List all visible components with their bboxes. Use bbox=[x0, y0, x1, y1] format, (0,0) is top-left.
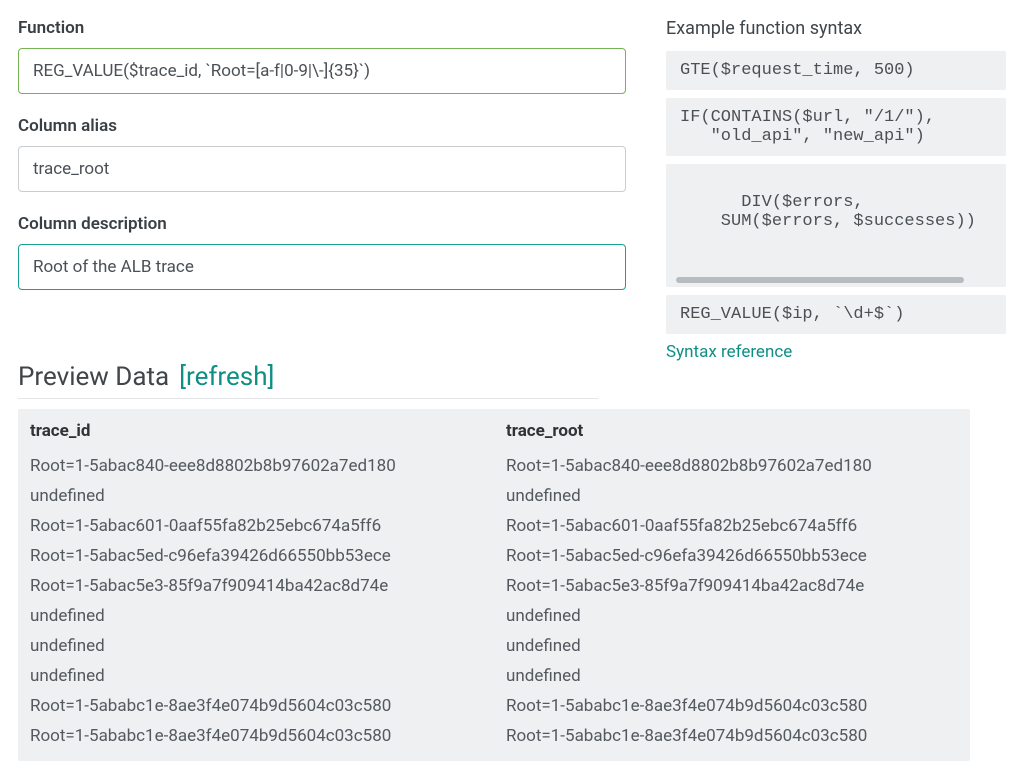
table-cell: Root=1-5abac5e3-85f9a7f909414ba42ac8d74e bbox=[494, 571, 970, 601]
example-snippet: IF(CONTAINS($url, "/1/"), "old_api", "ne… bbox=[666, 98, 1006, 156]
preview-table-container: trace_id trace_root Root=1-5abac840-eee8… bbox=[18, 409, 970, 761]
table-cell: Root=1-5ababc1e-8ae3f4e074b9d5604c03c580 bbox=[494, 721, 970, 751]
table-cell: undefined bbox=[494, 661, 970, 691]
column-header: trace_id bbox=[18, 415, 494, 451]
table-cell: Root=1-5abac840-eee8d8802b8b97602a7ed180 bbox=[494, 451, 970, 481]
table-cell: undefined bbox=[18, 631, 494, 661]
table-row: Root=1-5abac5e3-85f9a7f909414ba42ac8d74e… bbox=[18, 571, 970, 601]
table-row: undefinedundefined bbox=[18, 631, 970, 661]
table-cell: Root=1-5ababc1e-8ae3f4e074b9d5604c03c580 bbox=[18, 721, 494, 751]
example-snippet-text: DIV($errors, SUM($errors, $successes)) bbox=[680, 193, 976, 231]
preview-heading: Preview Data bbox=[18, 362, 169, 392]
description-input[interactable] bbox=[18, 244, 626, 290]
examples-heading: Example function syntax bbox=[666, 18, 1006, 39]
table-cell: Root=1-5ababc1e-8ae3f4e074b9d5604c03c580 bbox=[494, 691, 970, 721]
table-cell: Root=1-5abac5ed-c96efa39426d66550bb53ece bbox=[494, 541, 970, 571]
function-field-group: Function bbox=[18, 18, 626, 94]
example-snippet: REG_VALUE($ip, `\d+$`) bbox=[666, 295, 1006, 334]
description-field-group: Column description bbox=[18, 214, 626, 290]
table-cell: undefined bbox=[18, 481, 494, 511]
table-row: undefinedundefined bbox=[18, 601, 970, 631]
preview-refresh-link[interactable]: [refresh] bbox=[179, 362, 274, 392]
preview-heading-row: Preview Data [refresh] bbox=[18, 362, 598, 399]
table-cell: undefined bbox=[18, 661, 494, 691]
table-row: undefinedundefined bbox=[18, 661, 970, 691]
alias-field-group: Column alias bbox=[18, 116, 626, 192]
table-row: Root=1-5abac601-0aaf55fa82b25ebc674a5ff6… bbox=[18, 511, 970, 541]
table-cell: Root=1-5ababc1e-8ae3f4e074b9d5604c03c580 bbox=[18, 691, 494, 721]
table-cell: Root=1-5abac5e3-85f9a7f909414ba42ac8d74e bbox=[18, 571, 494, 601]
table-cell: Root=1-5abac840-eee8d8802b8b97602a7ed180 bbox=[18, 451, 494, 481]
column-header: trace_root bbox=[494, 415, 970, 451]
table-cell: undefined bbox=[494, 481, 970, 511]
table-cell: Root=1-5abac5ed-c96efa39426d66550bb53ece bbox=[18, 541, 494, 571]
alias-label: Column alias bbox=[18, 116, 626, 136]
table-row: Root=1-5ababc1e-8ae3f4e074b9d5604c03c580… bbox=[18, 721, 970, 751]
table-row: Root=1-5abac840-eee8d8802b8b97602a7ed180… bbox=[18, 451, 970, 481]
table-cell: undefined bbox=[494, 631, 970, 661]
table-row: Root=1-5ababc1e-8ae3f4e074b9d5604c03c580… bbox=[18, 691, 970, 721]
table-row: Root=1-5abac5ed-c96efa39426d66550bb53ece… bbox=[18, 541, 970, 571]
example-snippet: DIV($errors, SUM($errors, $successes)) bbox=[666, 164, 1006, 287]
function-label: Function bbox=[18, 18, 626, 38]
alias-input[interactable] bbox=[18, 146, 626, 192]
horizontal-scrollbar[interactable] bbox=[676, 277, 996, 283]
description-label: Column description bbox=[18, 214, 626, 234]
table-cell: Root=1-5abac601-0aaf55fa82b25ebc674a5ff6 bbox=[18, 511, 494, 541]
table-cell: Root=1-5abac601-0aaf55fa82b25ebc674a5ff6 bbox=[494, 511, 970, 541]
preview-table: trace_id trace_root Root=1-5abac840-eee8… bbox=[18, 415, 970, 751]
table-row: undefinedundefined bbox=[18, 481, 970, 511]
function-input[interactable] bbox=[18, 48, 626, 94]
table-cell: undefined bbox=[18, 601, 494, 631]
table-cell: undefined bbox=[494, 601, 970, 631]
syntax-reference-link[interactable]: Syntax reference bbox=[666, 342, 792, 362]
example-snippet: GTE($request_time, 500) bbox=[666, 51, 1006, 90]
